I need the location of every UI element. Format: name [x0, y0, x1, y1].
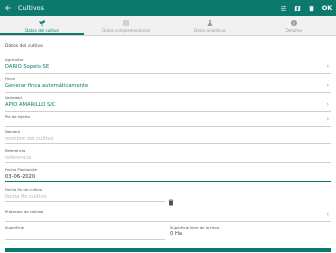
field-label: Protocolo de calidad	[5, 209, 44, 214]
field-label: Fecha Plantación	[5, 167, 38, 172]
fecha-fin-field[interactable]: Fecha fin de cultivo fecha fin cultivo	[5, 187, 165, 202]
superficie-finca-label: Superficie libre de la finca	[170, 225, 220, 230]
info-icon	[291, 19, 297, 26]
protocolo-field[interactable]: Protocolo de calidad ›	[5, 209, 331, 222]
chevron-right-icon: ›	[326, 211, 329, 218]
field-label: Agricultor	[5, 57, 24, 62]
field-label: Referencia	[5, 148, 26, 153]
clear-date-icon[interactable]	[167, 192, 175, 206]
chevron-right-icon: ›	[326, 101, 329, 108]
section-title: Datos del cultivo	[5, 44, 43, 49]
ok-button[interactable]: OK	[318, 0, 336, 16]
tab-label: Datos analíticos	[194, 27, 226, 33]
map-icon[interactable]	[290, 0, 304, 16]
variedad-field[interactable]: Variedad APIO AMARILLO S/C ›	[5, 95, 331, 112]
field-label: Pie de injerto	[5, 114, 30, 119]
field-label: Variedad	[5, 95, 22, 100]
field-label: Nombre	[5, 129, 21, 134]
agricultor-value: DARIO Sopelo SE	[5, 64, 50, 70]
referencia-input[interactable]: referencia	[5, 155, 331, 161]
app-title: Cultivos	[18, 4, 45, 12]
app-bar: Cultivos OK	[0, 0, 336, 16]
list-icon	[123, 20, 129, 25]
delete-icon[interactable]	[304, 0, 318, 16]
back-arrow-icon[interactable]	[0, 0, 16, 16]
chevron-right-icon: ›	[326, 116, 329, 123]
tab-label: Detalles	[285, 27, 303, 33]
tab-datos-cultivo[interactable]: Datos del cultivo	[0, 16, 84, 35]
tab-label: Datos complementarios	[102, 27, 150, 33]
superficie-label: Superficie	[5, 225, 24, 230]
finca-value: Generar finca automáticamente	[5, 83, 89, 89]
bottom-bar	[5, 248, 331, 252]
nombre-input[interactable]: nombre del cultivo	[5, 136, 331, 142]
tab-bar: Datos del cultivo Datos complementarios …	[0, 16, 336, 36]
pie-injerto-field[interactable]: Pie de injerto ›	[5, 114, 331, 127]
superficie-finca-value: 0 Ha	[170, 231, 183, 237]
fecha-fin-input[interactable]: fecha fin cultivo	[5, 194, 165, 200]
field-label: Finca	[5, 76, 15, 81]
finca-field[interactable]: Finca Generar finca automáticamente ›	[5, 76, 331, 93]
flask-icon	[207, 19, 213, 26]
filter-settings-icon[interactable]	[276, 0, 290, 16]
fecha-plantacion-field[interactable]: Fecha Plantación 03-06-2020	[5, 167, 331, 182]
tab-datos-analiticos[interactable]: Datos analíticos	[168, 16, 252, 35]
chevron-right-icon: ›	[326, 63, 329, 70]
variedad-value: APIO AMARILLO S/C	[5, 102, 56, 108]
tab-datos-complementarios[interactable]: Datos complementarios	[84, 16, 168, 35]
form-content: Datos del cultivo Agricultor DARIO Sopel…	[0, 36, 336, 253]
field-label: Fecha fin de cultivo	[5, 187, 42, 192]
chevron-right-icon: ›	[326, 82, 329, 89]
referencia-field[interactable]: Referencia referencia	[5, 148, 331, 163]
tab-detalles[interactable]: Detalles	[252, 16, 336, 35]
fecha-plantacion-input[interactable]: 03-06-2020	[5, 174, 331, 180]
tab-label: Datos del cultivo	[25, 27, 59, 33]
sprout-icon	[39, 19, 46, 26]
agricultor-field[interactable]: Agricultor DARIO Sopelo SE ›	[5, 57, 331, 74]
superficie-input-line[interactable]	[5, 239, 165, 240]
nombre-field[interactable]: Nombre nombre del cultivo	[5, 129, 331, 144]
